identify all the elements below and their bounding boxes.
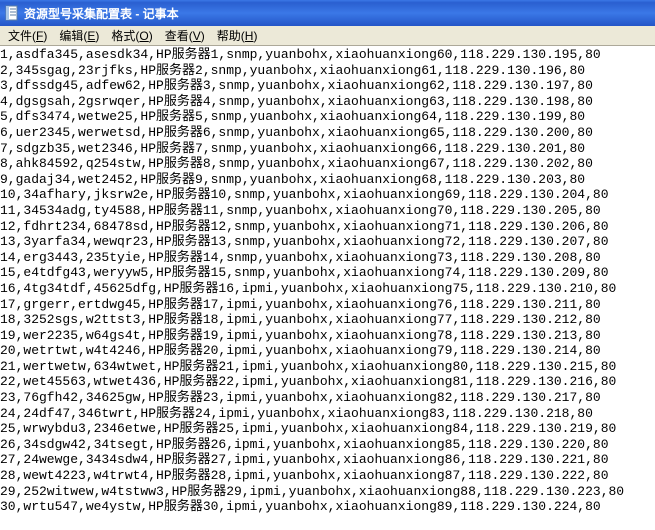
notepad-window: 资源型号采集配置表 - 记事本 文件(F) 编辑(E) 格式(O) 查看(V) … xyxy=(0,0,655,530)
menu-edit[interactable]: 编辑(E) xyxy=(53,25,105,46)
menubar: 文件(F) 编辑(E) 格式(O) 查看(V) 帮助(H) xyxy=(0,26,655,46)
menu-view[interactable]: 查看(V) xyxy=(159,25,211,46)
titlebar[interactable]: 资源型号采集配置表 - 记事本 xyxy=(0,0,655,26)
window-title: 资源型号采集配置表 - 记事本 xyxy=(24,5,179,22)
menu-format[interactable]: 格式(O) xyxy=(105,25,158,46)
notepad-icon xyxy=(4,5,20,21)
menu-file[interactable]: 文件(F) xyxy=(2,25,53,46)
text-content-area[interactable]: 1,asdfa345,asesdk34,HP服务器1,snmp,yuanbohx… xyxy=(0,46,655,530)
menu-help[interactable]: 帮助(H) xyxy=(211,25,264,46)
text-body[interactable]: 1,asdfa345,asesdk34,HP服务器1,snmp,yuanbohx… xyxy=(0,47,655,515)
